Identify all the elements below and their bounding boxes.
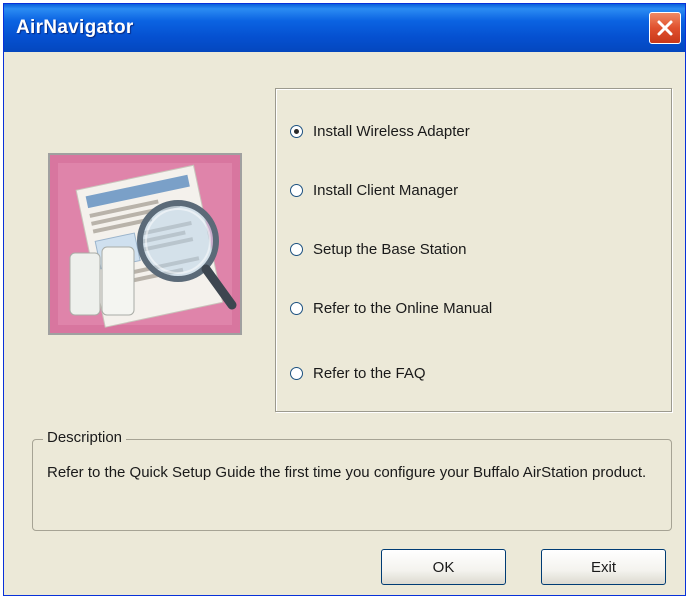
radio-button[interactable]	[290, 183, 303, 197]
radio-button[interactable]	[290, 124, 303, 138]
option-label: Refer to the FAQ	[313, 364, 426, 382]
option-refer-online-manual[interactable]: Refer to the Online Manual	[290, 296, 492, 320]
option-refer-faq[interactable]: Refer to the FAQ	[290, 361, 426, 385]
option-setup-base-station[interactable]: Setup the Base Station	[290, 237, 466, 261]
close-icon	[657, 20, 673, 36]
description-text: Refer to the Quick Setup Guide the first…	[47, 464, 647, 481]
radio-button[interactable]	[290, 366, 303, 380]
ok-button[interactable]: OK	[381, 549, 506, 585]
option-label: Install Wireless Adapter	[313, 122, 470, 140]
setup-guide-magnifier-image	[50, 155, 240, 333]
close-button[interactable]	[649, 12, 681, 44]
airnavigator-window: AirNavigator Install Wireless Adapter In…	[3, 3, 686, 596]
setup-guide-illustration	[48, 153, 242, 335]
window-title: AirNavigator	[16, 17, 134, 38]
option-label: Refer to the Online Manual	[313, 299, 493, 317]
exit-button[interactable]: Exit	[541, 549, 666, 585]
option-label: Setup the Base Station	[313, 240, 467, 258]
option-install-wireless-adapter[interactable]: Install Wireless Adapter	[290, 119, 470, 143]
radio-button[interactable]	[290, 242, 303, 256]
option-label: Install Client Manager	[313, 181, 459, 199]
option-install-client-manager[interactable]: Install Client Manager	[290, 178, 458, 202]
radio-button[interactable]	[290, 301, 303, 315]
title-bar[interactable]: AirNavigator	[4, 4, 685, 52]
install-options-group: Install Wireless Adapter Install Client …	[275, 88, 672, 412]
description-legend: Description	[43, 429, 127, 446]
description-group: Description Refer to the Quick Setup Gui…	[32, 429, 672, 531]
